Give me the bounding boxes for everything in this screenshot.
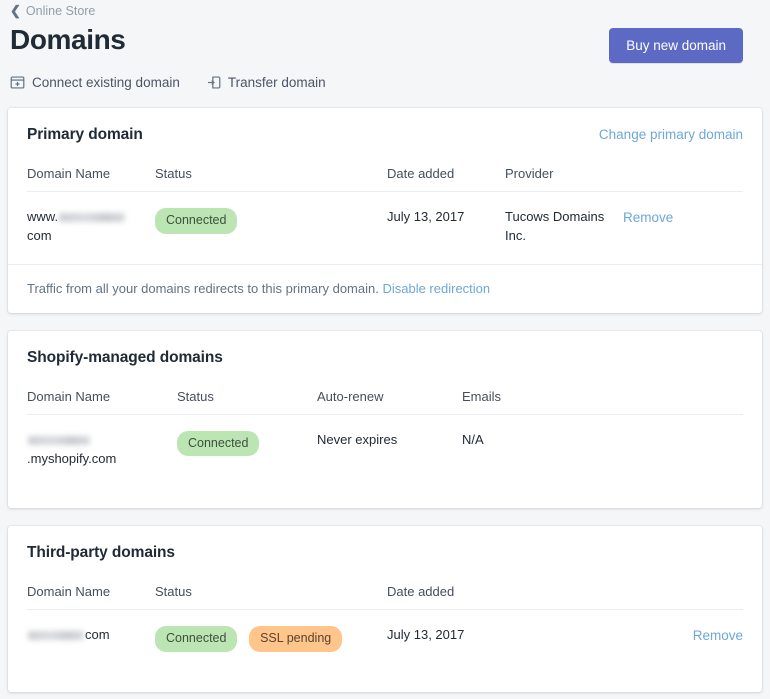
domain-prefix: www. — [27, 209, 59, 224]
primary-domain-table-wrap: Domain Name Status Date added Provider w… — [8, 144, 762, 264]
disable-redirection-link[interactable]: Disable redirection — [382, 281, 490, 296]
redirect-note: Traffic from all your domains redirects … — [27, 280, 379, 296]
cell-domain-name: .myshopify.com — [27, 414, 177, 486]
cell-status: Connected — [155, 192, 387, 264]
shopify-managed-table-wrap: Domain Name Status Auto-renew Emails .my… — [8, 366, 762, 487]
change-primary-domain-link[interactable]: Change primary domain — [599, 127, 743, 142]
table-header-row: Domain Name Status Auto-renew Emails — [27, 366, 743, 415]
primary-domain-table: Domain Name Status Date added Provider w… — [27, 144, 743, 264]
status-badge: Connected — [177, 430, 260, 457]
status-badge: Connected — [155, 208, 238, 234]
primary-domain-footer: Traffic from all your domains redirects … — [8, 263, 762, 313]
status-badge: Connected — [155, 626, 238, 652]
breadcrumb-online-store[interactable]: ❮ Online Store — [8, 0, 95, 20]
cell-status: Connected — [177, 414, 317, 486]
cell-actions: Remove — [603, 610, 743, 670]
table-row: www. com Connected July 13, 2017 Tucows … — [27, 192, 743, 264]
shopify-managed-card-spacer — [8, 486, 762, 508]
third-party-table-head: Domain Name Status Date added — [27, 562, 743, 611]
connect-domain-icon — [10, 75, 25, 90]
cell-status: Connected SSL pending — [155, 610, 387, 670]
third-party-domains-card: Third-party domains Domain Name Status D… — [8, 526, 762, 692]
table-header-row: Domain Name Status Date added — [27, 562, 743, 611]
ssl-status-badge: SSL pending — [249, 626, 343, 652]
domain-suffix: com — [85, 627, 110, 643]
third-party-table: Domain Name Status Date added com Connec… — [27, 562, 743, 670]
redacted-domain — [28, 435, 90, 445]
remove-domain-link[interactable]: Remove — [623, 210, 673, 225]
cell-actions: Remove — [623, 192, 743, 264]
domains-page: ❮ Online Store Domains Buy new domain Co… — [0, 0, 770, 699]
page-header: Domains Buy new domain — [8, 20, 762, 63]
cell-domain-name: www. com — [27, 192, 155, 264]
column-header-provider: Provider — [505, 144, 623, 192]
connect-existing-domain-action[interactable]: Connect existing domain — [10, 75, 180, 90]
primary-domain-card: Primary domain Change primary domain Dom… — [8, 108, 762, 313]
shopify-managed-title: Shopify-managed domains — [27, 348, 223, 366]
column-header-actions — [623, 144, 743, 192]
redacted-domain — [28, 631, 84, 641]
redacted-domain — [59, 213, 126, 223]
connect-existing-domain-label: Connect existing domain — [32, 75, 180, 90]
column-header-status: Status — [155, 144, 387, 192]
column-header-status: Status — [155, 562, 387, 611]
column-header-emails: Emails — [462, 366, 743, 415]
third-party-card-spacer — [8, 670, 762, 692]
column-header-status: Status — [177, 366, 317, 415]
primary-domain-table-head: Domain Name Status Date added Provider — [27, 144, 743, 192]
transfer-domain-action[interactable]: Transfer domain — [206, 75, 326, 90]
cell-domain-name: com — [27, 610, 155, 670]
primary-domain-table-body: www. com Connected July 13, 2017 Tucows … — [27, 192, 743, 264]
table-row: .myshopify.com Connected Never expires N… — [27, 414, 743, 486]
third-party-table-body: com Connected SSL pending July 13, 2017 … — [27, 610, 743, 670]
third-party-title: Third-party domains — [27, 544, 175, 562]
buy-new-domain-button[interactable]: Buy new domain — [609, 28, 743, 63]
column-header-domain-name: Domain Name — [27, 562, 155, 611]
column-header-date-added: Date added — [387, 562, 603, 611]
cell-emails: N/A — [462, 431, 484, 447]
third-party-table-wrap: Domain Name Status Date added com Connec… — [8, 562, 762, 670]
primary-domain-header: Primary domain Change primary domain — [8, 108, 762, 144]
shopify-managed-table-body: .myshopify.com Connected Never expires N… — [27, 414, 743, 486]
table-header-row: Domain Name Status Date added Provider — [27, 144, 743, 192]
column-header-actions — [602, 562, 743, 611]
chevron-left-icon: ❮ — [10, 2, 21, 18]
domain-suffix: .myshopify.com — [27, 450, 117, 466]
cell-date-added: July 13, 2017 — [387, 209, 465, 224]
third-party-header: Third-party domains — [8, 526, 762, 562]
page-actions: Connect existing domain Transfer domain — [8, 63, 762, 90]
shopify-managed-header: Shopify-managed domains — [8, 331, 762, 367]
cell-date-added: July 13, 2017 — [387, 627, 465, 643]
transfer-domain-label: Transfer domain — [227, 75, 326, 90]
table-row: com Connected SSL pending July 13, 2017 … — [27, 610, 743, 670]
remove-domain-link[interactable]: Remove — [693, 628, 743, 643]
column-header-date-added: Date added — [387, 144, 505, 192]
page-title: Domains — [10, 24, 126, 55]
shopify-managed-table: Domain Name Status Auto-renew Emails .my… — [27, 366, 743, 487]
cell-auto-renew: Never expires — [317, 431, 398, 447]
shopify-managed-table-head: Domain Name Status Auto-renew Emails — [27, 366, 743, 415]
cell-provider: Tucows Domains Inc. — [505, 209, 605, 243]
primary-domain-title: Primary domain — [27, 126, 143, 143]
column-header-domain-name: Domain Name — [27, 366, 177, 415]
domain-suffix: com — [27, 227, 52, 243]
transfer-domain-icon — [206, 75, 221, 90]
breadcrumb-label: Online Store — [25, 4, 96, 18]
column-header-auto-renew: Auto-renew — [317, 366, 462, 415]
column-header-domain-name: Domain Name — [27, 144, 155, 192]
shopify-managed-domains-card: Shopify-managed domains Domain Name Stat… — [8, 330, 762, 509]
